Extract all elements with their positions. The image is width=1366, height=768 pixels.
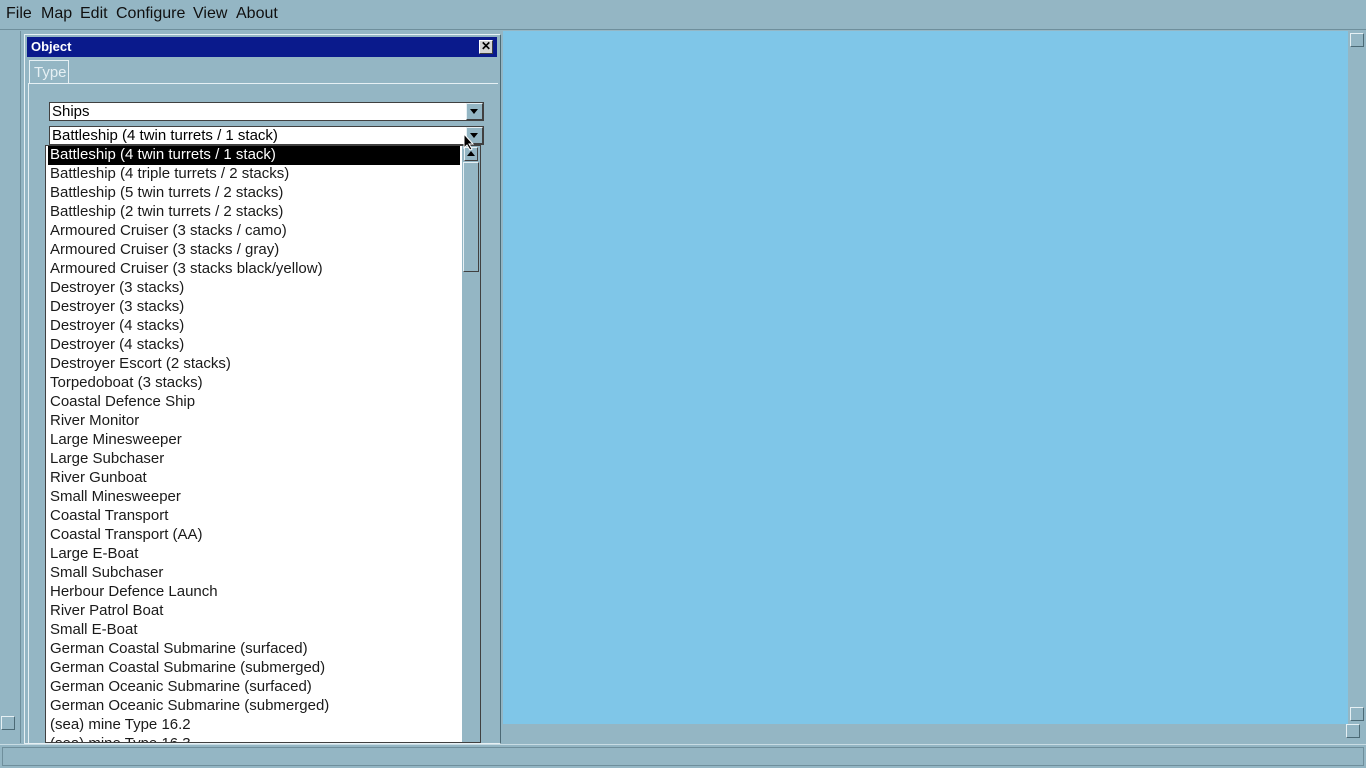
mouse-pointer-icon	[463, 133, 475, 151]
list-item[interactable]: Armoured Cruiser (3 stacks / camo)	[48, 222, 460, 241]
menu-map[interactable]: Map	[41, 5, 72, 23]
type-dropdown-list[interactable]: Battleship (4 twin turrets / 1 stack) Bat…	[45, 145, 481, 743]
list-item[interactable]: Destroyer (4 stacks)	[48, 317, 460, 336]
close-icon: ✕	[480, 39, 492, 53]
dropdown-scrollbar[interactable]	[462, 146, 480, 742]
tab-type-label: Type	[34, 64, 67, 81]
list-item[interactable]: Small Subchaser	[48, 564, 460, 583]
map-canvas[interactable]	[503, 31, 1348, 724]
list-item[interactable]: German Oceanic Submarine (surfaced)	[48, 678, 460, 697]
map-vertical-scrollbar[interactable]	[1348, 31, 1366, 724]
list-item[interactable]: Torpedoboat (3 stacks)	[48, 374, 460, 393]
close-button[interactable]: ✕	[479, 40, 493, 54]
type-combo[interactable]: Battleship (4 twin turrets / 1 stack)	[49, 126, 484, 145]
left-scroll-arrow[interactable]	[1, 716, 15, 730]
list-item[interactable]: German Coastal Submarine (submerged)	[48, 659, 460, 678]
list-item[interactable]: Destroyer (3 stacks)	[48, 279, 460, 298]
tab-type[interactable]: Type	[29, 60, 69, 84]
dropdown-scroll-thumb[interactable]	[463, 162, 479, 272]
list-item[interactable]: Destroyer (3 stacks)	[48, 298, 460, 317]
type-combo-value: Battleship (4 twin turrets / 1 stack)	[52, 127, 278, 144]
menu-view[interactable]: View	[193, 5, 227, 23]
map-scroll-down-arrow[interactable]	[1350, 707, 1364, 721]
list-item[interactable]: Coastal Defence Ship	[48, 393, 460, 412]
list-item[interactable]: Armoured Cruiser (3 stacks black/yellow)	[48, 260, 460, 279]
list-item[interactable]: Large Minesweeper	[48, 431, 460, 450]
list-item[interactable]: Battleship (4 triple turrets / 2 stacks)	[48, 165, 460, 184]
status-field	[2, 747, 1364, 766]
list-item[interactable]: Battleship (2 twin turrets / 2 stacks)	[48, 203, 460, 222]
list-item[interactable]: German Oceanic Submarine (submerged)	[48, 697, 460, 716]
map-scroll-up-arrow[interactable]	[1350, 33, 1364, 47]
list-item[interactable]: Herbour Defence Launch	[48, 583, 460, 602]
list-item[interactable]: Small E-Boat	[48, 621, 460, 640]
list-item[interactable]: (sea) mine Type 16.2	[48, 716, 460, 735]
list-item[interactable]: Small Minesweeper	[48, 488, 460, 507]
list-item[interactable]: Destroyer Escort (2 stacks)	[48, 355, 460, 374]
statusbar	[0, 744, 1366, 768]
menu-file[interactable]: File	[6, 5, 32, 23]
list-item[interactable]: (sea) mine Type 16.3	[48, 735, 460, 742]
menu-configure[interactable]: Configure	[116, 5, 185, 23]
object-window-titlebar[interactable]: Object ✕	[27, 37, 497, 57]
type-dropdown-items: Battleship (4 twin turrets / 1 stack) Bat…	[48, 146, 460, 742]
list-item[interactable]: Large Subchaser	[48, 450, 460, 469]
object-window-title: Object	[31, 39, 72, 54]
list-item[interactable]: Destroyer (4 stacks)	[48, 336, 460, 355]
left-dock-strip	[0, 31, 21, 743]
category-combo[interactable]: Ships	[49, 102, 484, 121]
category-combo-value: Ships	[52, 103, 90, 120]
list-item[interactable]: Battleship (4 twin turrets / 1 stack)	[48, 146, 460, 165]
menu-about[interactable]: About	[236, 5, 278, 23]
list-item[interactable]: River Gunboat	[48, 469, 460, 488]
menubar: File Map Edit Configure View About	[0, 0, 1366, 30]
map-horizontal-scrollbar[interactable]	[503, 724, 1360, 742]
menu-edit[interactable]: Edit	[80, 5, 108, 23]
list-item[interactable]: Coastal Transport	[48, 507, 460, 526]
list-item[interactable]: Coastal Transport (AA)	[48, 526, 460, 545]
list-item[interactable]: Armoured Cruiser (3 stacks / gray)	[48, 241, 460, 260]
list-item[interactable]: Large E-Boat	[48, 545, 460, 564]
list-item[interactable]: River Monitor	[48, 412, 460, 431]
map-scroll-right-arrow[interactable]	[1346, 724, 1360, 738]
category-combo-chevron-down-icon[interactable]	[466, 103, 483, 120]
list-item[interactable]: German Coastal Submarine (surfaced)	[48, 640, 460, 659]
list-item[interactable]: River Patrol Boat	[48, 602, 460, 621]
list-item[interactable]: Battleship (5 twin turrets / 2 stacks)	[48, 184, 460, 203]
